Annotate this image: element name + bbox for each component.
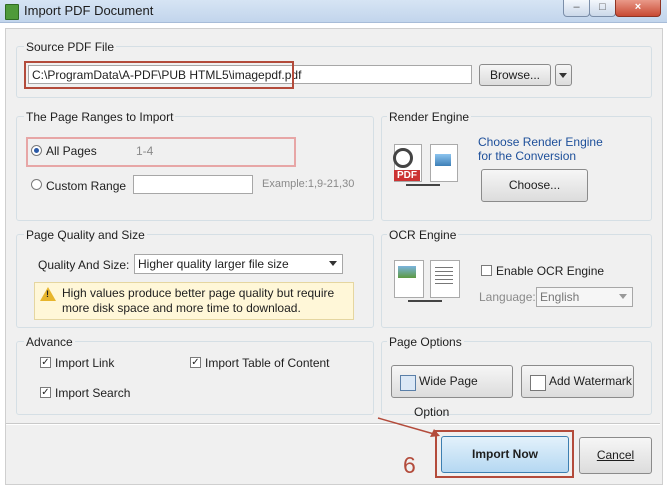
ocr-group-label: OCR Engine <box>387 228 459 242</box>
chevron-down-icon <box>329 261 337 266</box>
warning-icon-mark: ! <box>46 289 49 299</box>
custom-range-radio[interactable] <box>31 179 42 190</box>
render-engine-icon: PDF <box>390 140 470 194</box>
import-toc-label[interactable]: Import Table of Content <box>205 356 330 370</box>
source-group-label: Source PDF File <box>24 40 117 54</box>
custom-range-example: Example:1,9-21,30 <box>262 178 355 190</box>
language-select[interactable]: English <box>536 287 633 307</box>
window-title: Import PDF Document <box>24 3 154 18</box>
choose-render-engine-button[interactable]: Choose... <box>481 169 588 202</box>
advance-group-label: Advance <box>24 335 75 349</box>
page-options-group-label: Page Options <box>387 335 464 349</box>
add-watermark-button[interactable]: Add Watermark <box>521 365 634 398</box>
custom-range-label[interactable]: Custom Range <box>46 179 126 193</box>
close-button[interactable]: × <box>615 0 661 17</box>
quality-warning-text: High values produce better page quality … <box>62 286 335 315</box>
watermark-icon <box>530 375 546 391</box>
page-ranges-group <box>16 116 374 221</box>
quality-group-label: Page Quality and Size <box>24 228 147 242</box>
minimize-button[interactable]: – <box>563 0 590 17</box>
app-icon <box>5 4 19 20</box>
chevron-down-icon <box>559 73 567 78</box>
quality-select[interactable]: Higher quality larger file size <box>134 254 343 274</box>
import-search-checkbox[interactable]: ✓ <box>40 387 51 398</box>
import-search-label[interactable]: Import Search <box>55 386 130 400</box>
minimize-icon: – <box>573 1 580 13</box>
advance-group <box>16 341 374 415</box>
annotation-arrow <box>377 417 440 437</box>
footer-divider-highlight <box>6 424 660 425</box>
cancel-button[interactable]: Cancel <box>579 437 652 474</box>
arrow-icon <box>408 300 442 302</box>
browse-dropdown-button[interactable] <box>555 64 572 86</box>
maximize-button[interactable]: □ <box>589 0 616 17</box>
quality-field-label: Quality And Size: <box>38 258 130 272</box>
wide-page-icon <box>400 375 416 391</box>
picture-icon <box>398 266 416 278</box>
quality-selected-value: Higher quality larger file size <box>138 257 289 271</box>
all-pages-label[interactable]: All Pages <box>46 144 97 158</box>
ocr-engine-icon <box>390 258 470 312</box>
custom-range-input[interactable] <box>133 175 253 194</box>
all-pages-radio[interactable] <box>31 145 42 156</box>
wide-page-option-button[interactable]: Wide Page Option <box>391 365 513 419</box>
import-now-button[interactable]: Import Now <box>441 436 569 473</box>
arrow-icon <box>406 184 440 186</box>
add-watermark-label: Add Watermark <box>549 374 632 388</box>
render-engine-desc: Choose Render Engine for the Conversion <box>478 135 603 163</box>
enable-ocr-checkbox[interactable] <box>481 265 492 276</box>
page-ranges-group-label: The Page Ranges to Import <box>24 110 176 124</box>
title-bar: Import PDF Document – □ × <box>0 0 667 23</box>
image-icon <box>435 154 451 166</box>
maximize-icon: □ <box>599 1 606 13</box>
all-pages-range: 1-4 <box>136 144 154 158</box>
import-link-label[interactable]: Import Link <box>55 356 114 370</box>
enable-ocr-label[interactable]: Enable OCR Engine <box>496 264 604 278</box>
render-engine-group-label: Render Engine <box>387 110 472 124</box>
close-icon: × <box>634 1 642 13</box>
language-label: Language: <box>479 290 536 304</box>
pdf-tag: PDF <box>394 170 420 181</box>
step-number: 6 <box>403 452 416 478</box>
source-path-highlight <box>24 61 294 89</box>
browse-button[interactable]: Browse... <box>479 64 551 86</box>
import-toc-checkbox[interactable]: ✓ <box>190 357 201 368</box>
text-lines-icon <box>435 267 453 285</box>
chevron-down-icon <box>619 294 627 299</box>
language-value: English <box>540 290 580 304</box>
import-link-checkbox[interactable]: ✓ <box>40 357 51 368</box>
magnifier-icon <box>393 148 413 168</box>
